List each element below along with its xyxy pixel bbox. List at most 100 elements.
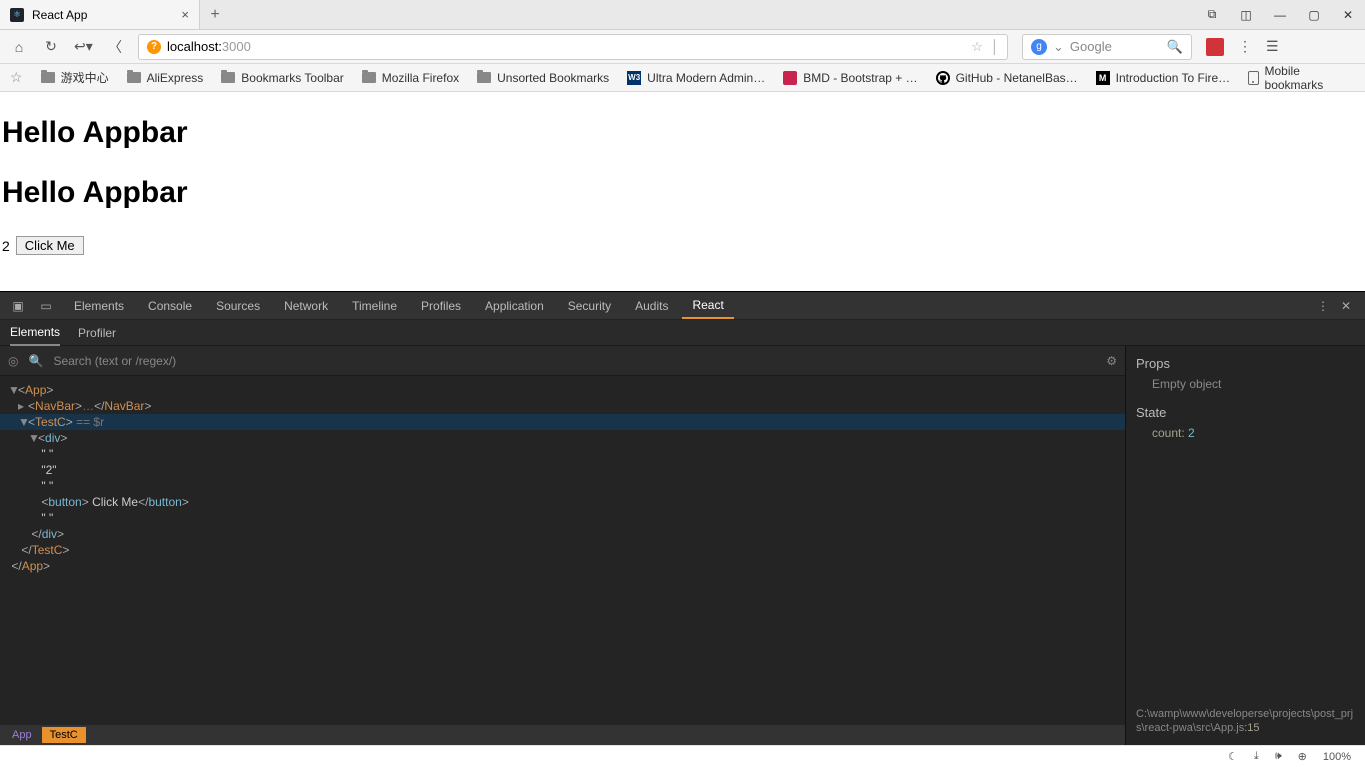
- react-tree-panel: ◎ 🔍 ⚙ ▼<App> ▸<NavBar>…</NavBar> ▼<TestC…: [0, 346, 1125, 745]
- devtools-panel: ▣ ▭ Elements Console Sources Network Tim…: [0, 291, 1365, 745]
- status-bar: ☾ ⤓ 🕪 ⊕ 100%: [0, 745, 1365, 767]
- source-file-path[interactable]: C:\wamp\www\developerse\projects\post_pr…: [1136, 707, 1355, 735]
- state-kv: count: 2: [1152, 426, 1355, 440]
- devtools-tabbar: ▣ ▭ Elements Console Sources Network Tim…: [0, 292, 1365, 320]
- download-icon[interactable]: ⤓: [1254, 750, 1259, 763]
- search-chevron-icon[interactable]: ⌄: [1053, 39, 1064, 55]
- maximize-button[interactable]: ▢: [1297, 0, 1331, 29]
- bookmarks-bar: ☆ 游戏中心 AliExpress Bookmarks Toolbar Mozi…: [0, 64, 1365, 92]
- github-icon: [936, 71, 950, 85]
- tab-console[interactable]: Console: [138, 292, 202, 319]
- url-actions: ☆ │: [971, 39, 999, 55]
- bookmark-item[interactable]: Unsorted Bookmarks: [477, 71, 609, 85]
- url-bar: ⌂ ↻ ↩▾ 〈 ? localhost:3000 ☆ │ g ⌄ Google…: [0, 30, 1365, 64]
- zoom-icon[interactable]: ⊕: [1298, 750, 1307, 763]
- bookmark-item[interactable]: BMD - Bootstrap + …: [783, 71, 917, 85]
- folder-icon: [127, 72, 141, 83]
- back-icon[interactable]: 〈: [106, 37, 124, 57]
- folder-icon: [362, 72, 376, 83]
- tab-security[interactable]: Security: [558, 292, 621, 319]
- heading-1: Hello Appbar: [2, 116, 1363, 150]
- device-toggle-icon[interactable]: ▭: [36, 296, 56, 316]
- url-divider: │: [991, 39, 999, 54]
- search-placeholder: Google: [1070, 39, 1112, 54]
- medium-icon: M: [1096, 71, 1110, 85]
- tab-react[interactable]: React: [682, 292, 733, 319]
- bookmark-item[interactable]: AliExpress: [127, 71, 204, 85]
- props-state-panel: Props Empty object State count: 2 C:\wam…: [1125, 346, 1365, 745]
- bookmarks-star-icon[interactable]: ☆: [10, 69, 23, 86]
- heading-2: Hello Appbar: [2, 176, 1363, 210]
- address-field[interactable]: ? localhost:3000 ☆ │: [138, 34, 1008, 60]
- settings-gear-icon[interactable]: ⚙: [1106, 354, 1117, 368]
- click-me-button[interactable]: Click Me: [16, 236, 84, 255]
- bmd-icon: [783, 71, 797, 85]
- bookmark-item[interactable]: Mozilla Firefox: [362, 71, 459, 85]
- close-window-button[interactable]: ✕: [1331, 0, 1365, 29]
- security-shield-icon: ?: [147, 40, 161, 54]
- bookmark-item[interactable]: W3Ultra Modern Admin…: [627, 71, 765, 85]
- mobile-icon: [1248, 71, 1258, 85]
- search-icon[interactable]: 🔍: [1167, 39, 1183, 55]
- w3-icon: W3: [627, 71, 641, 85]
- home-icon[interactable]: ⌂: [10, 39, 28, 55]
- reload-icon[interactable]: ↻: [42, 38, 60, 55]
- tab-elements[interactable]: Elements: [64, 292, 134, 319]
- bookmark-item[interactable]: GitHub - NetanelBas…: [936, 71, 1078, 85]
- tab-title: React App: [32, 8, 87, 22]
- tab-audits[interactable]: Audits: [625, 292, 678, 319]
- subtab-profiler[interactable]: Profiler: [78, 321, 116, 345]
- react-search-input[interactable]: [53, 354, 1096, 368]
- crumb-testc[interactable]: TestC: [42, 727, 86, 743]
- minimize-button[interactable]: —: [1263, 0, 1297, 29]
- folder-icon: [477, 72, 491, 83]
- page-content: Hello Appbar Hello Appbar 2 Click Me: [0, 92, 1365, 291]
- props-heading: Props: [1136, 356, 1355, 371]
- aux-window-icon[interactable]: ⧉: [1195, 0, 1229, 29]
- bookmark-item[interactable]: Bookmarks Toolbar: [221, 71, 344, 85]
- tab-application[interactable]: Application: [475, 292, 554, 319]
- window-controls: ⧉ ◫ — ▢ ✕: [1195, 0, 1365, 29]
- target-icon[interactable]: ◎: [8, 354, 18, 368]
- bookmark-star-icon[interactable]: ☆: [971, 39, 983, 55]
- bookmark-item[interactable]: MIntroduction To Fire…: [1096, 71, 1231, 85]
- react-subtabs: Elements Profiler: [0, 320, 1365, 346]
- window-titlebar: ⚛ React App × + ⧉ ◫ — ▢ ✕: [0, 0, 1365, 30]
- night-mode-icon[interactable]: ☾: [1228, 750, 1238, 763]
- mobile-bookmarks[interactable]: Mobile bookmarks: [1248, 64, 1355, 92]
- devtools-kebab-icon[interactable]: ⋮: [1317, 299, 1329, 313]
- state-heading: State: [1136, 405, 1355, 420]
- new-tab-button[interactable]: +: [200, 0, 230, 29]
- tab-sources[interactable]: Sources: [206, 292, 270, 319]
- zoom-level: 100%: [1323, 751, 1351, 763]
- crumb-app[interactable]: App: [4, 727, 40, 743]
- folder-icon: [221, 72, 235, 83]
- history-icon[interactable]: ↩▾: [74, 38, 92, 55]
- bookmark-item[interactable]: 游戏中心: [41, 69, 109, 86]
- devtools-body: ◎ 🔍 ⚙ ▼<App> ▸<NavBar>…</NavBar> ▼<TestC…: [0, 346, 1365, 745]
- close-tab-icon[interactable]: ×: [181, 7, 189, 22]
- browser-tab[interactable]: ⚛ React App ×: [0, 0, 200, 29]
- search-icon[interactable]: 🔍: [28, 354, 43, 368]
- kebab-menu-icon[interactable]: ⋮: [1238, 38, 1252, 55]
- tab-network[interactable]: Network: [274, 292, 338, 319]
- subtab-elements[interactable]: Elements: [10, 320, 60, 346]
- count-value: 2: [2, 238, 10, 254]
- tab-timeline[interactable]: Timeline: [342, 292, 407, 319]
- react-search-bar: ◎ 🔍 ⚙: [0, 346, 1125, 376]
- url-text: localhost:3000: [167, 39, 251, 54]
- component-tree[interactable]: ▼<App> ▸<NavBar>…</NavBar> ▼<TestC> == $…: [0, 376, 1125, 725]
- inspect-element-icon[interactable]: ▣: [8, 296, 28, 316]
- toolbar-right: ⋮ ☰: [1206, 38, 1279, 56]
- breadcrumb: App TestC: [0, 725, 1125, 745]
- hamburger-menu-icon[interactable]: ☰: [1266, 38, 1279, 55]
- volume-icon[interactable]: 🕪: [1275, 750, 1282, 763]
- devtools-close-icon[interactable]: ✕: [1341, 299, 1351, 313]
- aux-window-icon-2[interactable]: ◫: [1229, 0, 1263, 29]
- extension-icon[interactable]: [1206, 38, 1224, 56]
- tab-profiles[interactable]: Profiles: [411, 292, 471, 319]
- props-empty: Empty object: [1152, 377, 1355, 391]
- counter-row: 2 Click Me: [2, 236, 1363, 255]
- search-engine-box[interactable]: g ⌄ Google 🔍: [1022, 34, 1192, 60]
- devtools-controls: ⋮ ✕: [1317, 299, 1357, 313]
